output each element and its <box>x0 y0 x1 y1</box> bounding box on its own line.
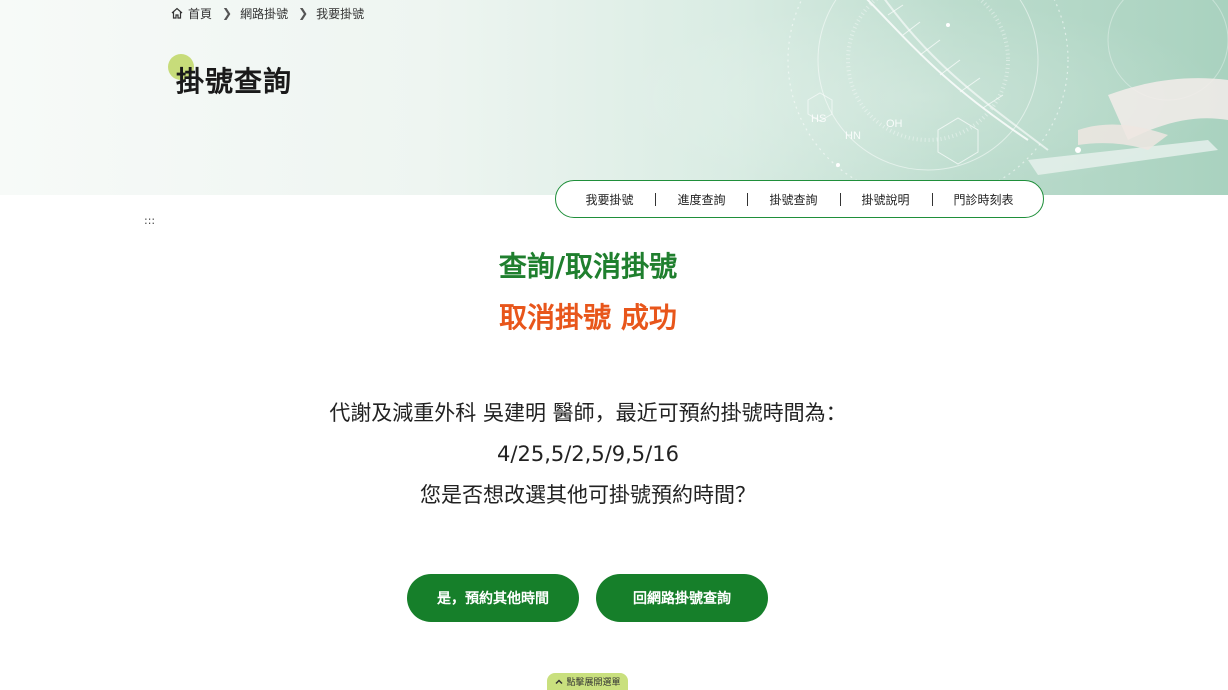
registration-subnav: 我要掛號 進度查詢 掛號查詢 掛號說明 門診時刻表 <box>555 180 1044 218</box>
home-icon <box>170 6 184 20</box>
page-title-block: 掛號查詢 <box>168 54 292 100</box>
banner-label-hn: HN <box>845 130 861 142</box>
available-dates: 4/25,5/2,5/9,5/16 <box>497 442 679 466</box>
banner-illustration: HS HN OH <box>608 0 1228 195</box>
expand-menu-tab[interactable]: 點擊展開選單 <box>547 673 628 690</box>
breadcrumb-register[interactable]: 我要掛號 <box>316 5 364 22</box>
reschedule-question: 您是否想改選其他可掛號預約時間？ <box>420 483 756 507</box>
expand-menu-label: 點擊展開選單 <box>566 678 621 688</box>
banner-label-oh: OH <box>886 118 903 130</box>
accesskey-marker[interactable]: ::: <box>144 214 155 227</box>
chevron-right-icon: ❯ <box>298 6 309 20</box>
breadcrumb-online-registration[interactable]: 網路掛號 <box>240 5 288 22</box>
subnav-registration-query[interactable]: 掛號查詢 <box>747 191 839 208</box>
subnav-clinic-schedule[interactable]: 門診時刻表 <box>931 191 1036 208</box>
subnav-registration-guide[interactable]: 掛號說明 <box>839 191 932 208</box>
book-other-time-button[interactable]: 是，預約其他時間 <box>407 574 579 622</box>
cancel-status-message: 取消掛號 成功 <box>499 301 677 334</box>
page-banner: HS HN OH 首頁 ❯ 網路掛號 ❯ 我要掛號 掛號查詢 <box>0 0 1228 195</box>
section-heading: 查詢/取消掛號 <box>498 250 678 283</box>
doctor-availability-text: 代謝及減重外科 吳建明 醫師，最近可預約掛號時間為： <box>329 401 847 425</box>
subnav-progress-query[interactable]: 進度查詢 <box>655 191 747 208</box>
chevron-right-icon: ❯ <box>222 6 233 20</box>
availability-message: 代謝及減重外科 吳建明 醫師，最近可預約掛號時間為： 4/25,5/2,5/9,… <box>0 396 1176 519</box>
breadcrumb-home-label: 首頁 <box>188 6 213 21</box>
breadcrumb: 首頁 ❯ 網路掛號 ❯ 我要掛號 <box>170 4 364 22</box>
subnav-register[interactable]: 我要掛號 <box>563 191 655 208</box>
chevron-up-icon <box>554 677 564 687</box>
banner-label-hs: HS <box>811 113 826 125</box>
breadcrumb-home-link[interactable]: 首頁 <box>170 5 212 22</box>
page-title: 掛號查詢 <box>176 65 293 98</box>
back-to-query-button[interactable]: 回網路掛號查詢 <box>596 574 768 622</box>
